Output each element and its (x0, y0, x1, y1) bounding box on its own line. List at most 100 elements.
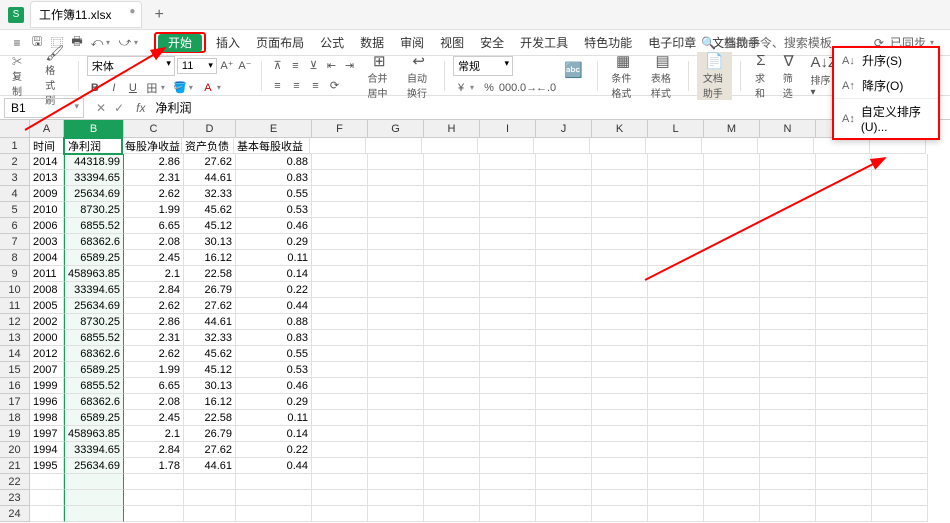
cell[interactable]: 22.58 (184, 410, 236, 426)
cell[interactable] (368, 442, 424, 458)
row-header-6[interactable]: 6 (0, 218, 30, 234)
cell[interactable]: 2014 (30, 154, 64, 170)
menu-6[interactable]: 安全 (472, 34, 512, 52)
cell[interactable] (648, 250, 704, 266)
cell[interactable] (704, 202, 760, 218)
cell[interactable] (704, 218, 760, 234)
cell[interactable] (760, 202, 816, 218)
cell[interactable] (648, 378, 704, 394)
cell[interactable] (366, 138, 422, 154)
cell[interactable] (30, 506, 64, 522)
cell[interactable]: 22.58 (184, 266, 236, 282)
cell[interactable] (64, 474, 124, 490)
row-header-3[interactable]: 3 (0, 170, 30, 186)
cell[interactable] (480, 282, 536, 298)
cells-area[interactable]: 时间净利润每股净收益资产负债基本每股收益201444318.992.8627.6… (30, 138, 950, 522)
cell[interactable] (648, 282, 704, 298)
cell[interactable] (536, 186, 592, 202)
row-header-21[interactable]: 21 (0, 458, 30, 474)
comma-icon[interactable]: 000 (500, 80, 516, 96)
cell[interactable] (592, 186, 648, 202)
cell[interactable] (760, 442, 816, 458)
cell[interactable] (704, 410, 760, 426)
cell[interactable] (760, 458, 816, 474)
cell[interactable] (872, 154, 928, 170)
cell[interactable] (536, 506, 592, 522)
cell[interactable]: 2.45 (124, 410, 184, 426)
menu-5[interactable]: 视图 (432, 34, 472, 52)
cell[interactable] (760, 170, 816, 186)
cell[interactable] (480, 474, 536, 490)
cell[interactable] (760, 218, 816, 234)
cell[interactable] (368, 282, 424, 298)
menu-0[interactable]: 插入 (208, 34, 248, 52)
cell[interactable] (312, 506, 368, 522)
row-header-19[interactable]: 19 (0, 426, 30, 442)
cell[interactable] (872, 218, 928, 234)
cell[interactable] (368, 474, 424, 490)
cell[interactable]: 净利润 (63, 137, 123, 155)
col-header-A[interactable]: A (30, 120, 64, 138)
row-header-4[interactable]: 4 (0, 186, 30, 202)
cell[interactable]: 0.14 (236, 426, 312, 442)
cell[interactable]: 6589.25 (64, 410, 124, 426)
cell[interactable]: 30.13 (184, 234, 236, 250)
cell[interactable] (704, 154, 760, 170)
cell[interactable] (590, 138, 646, 154)
font-name-select[interactable]: 宋体▾ (87, 56, 175, 76)
cell[interactable] (872, 314, 928, 330)
cell[interactable] (368, 170, 424, 186)
cell[interactable]: 2.62 (124, 298, 184, 314)
cell[interactable] (480, 314, 536, 330)
cell[interactable] (184, 474, 236, 490)
cell[interactable] (704, 346, 760, 362)
cell[interactable] (312, 474, 368, 490)
cell[interactable] (592, 426, 648, 442)
cell[interactable] (872, 410, 928, 426)
cell[interactable] (648, 394, 704, 410)
cell[interactable] (536, 202, 592, 218)
cell[interactable]: 16.12 (184, 250, 236, 266)
cell[interactable]: 32.33 (184, 186, 236, 202)
cell[interactable] (702, 138, 758, 154)
cell[interactable] (648, 458, 704, 474)
cell[interactable] (424, 474, 480, 490)
cell[interactable]: 1996 (30, 394, 64, 410)
cell[interactable] (536, 458, 592, 474)
cell[interactable] (124, 490, 184, 506)
cell[interactable] (480, 442, 536, 458)
cell[interactable] (424, 410, 480, 426)
cell[interactable] (816, 442, 872, 458)
align-top-icon[interactable]: ⊼ (269, 58, 285, 74)
cell[interactable]: 0.46 (236, 218, 312, 234)
cell[interactable] (312, 202, 368, 218)
cell[interactable] (312, 170, 368, 186)
cell[interactable] (536, 330, 592, 346)
cell[interactable] (648, 186, 704, 202)
cell[interactable] (424, 394, 480, 410)
cell[interactable] (814, 138, 870, 154)
cell[interactable] (480, 410, 536, 426)
cell[interactable] (30, 474, 64, 490)
cell[interactable]: 2.31 (124, 170, 184, 186)
cell[interactable] (592, 362, 648, 378)
align-bot-icon[interactable]: ⊻ (305, 58, 321, 74)
cell[interactable] (536, 218, 592, 234)
cell[interactable] (760, 426, 816, 442)
cell[interactable] (536, 378, 592, 394)
cell[interactable] (312, 234, 368, 250)
cell[interactable]: 25634.69 (64, 186, 124, 202)
cell[interactable]: 0.83 (236, 170, 312, 186)
cell[interactable]: 32.33 (184, 330, 236, 346)
cell[interactable] (480, 490, 536, 506)
cell[interactable]: 68362.6 (64, 234, 124, 250)
cell[interactable] (368, 314, 424, 330)
cell[interactable] (480, 346, 536, 362)
cell[interactable] (760, 362, 816, 378)
cell[interactable]: 25634.69 (64, 298, 124, 314)
cell[interactable] (592, 282, 648, 298)
row-header-22[interactable]: 22 (0, 474, 30, 490)
cell[interactable] (648, 426, 704, 442)
cell[interactable]: 0.11 (236, 250, 312, 266)
cell[interactable] (760, 154, 816, 170)
